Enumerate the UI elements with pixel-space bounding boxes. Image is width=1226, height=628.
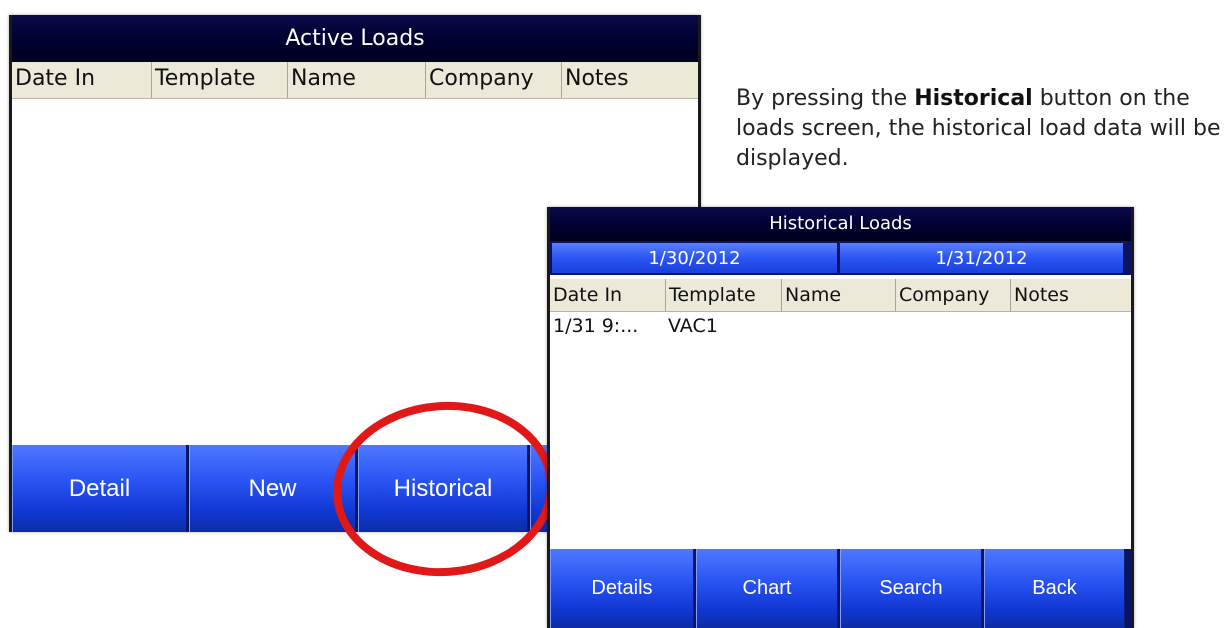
cell-template: VAC1: [668, 315, 718, 337]
historical-loads-window: Historical Loads 1/30/2012 1/31/2012 Dat…: [547, 207, 1134, 628]
column-header-notes[interactable]: Notes: [1010, 279, 1125, 311]
column-header-template[interactable]: Template: [151, 62, 287, 98]
column-header-company[interactable]: Company: [895, 279, 1010, 311]
historical-loads-column-headers: Date In Template Name Company Notes: [550, 279, 1131, 312]
column-header-template[interactable]: Template: [665, 279, 781, 311]
active-loads-title: Active Loads: [12, 15, 698, 62]
date-from-button[interactable]: 1/30/2012: [552, 243, 837, 273]
date-range-bar: 1/30/2012 1/31/2012: [550, 241, 1131, 275]
column-header-date-in[interactable]: Date In: [550, 279, 665, 311]
details-button[interactable]: Details: [550, 549, 694, 628]
caption-text: By pressing the Historical button on the…: [736, 84, 1222, 174]
historical-loads-title: Historical Loads: [550, 207, 1131, 241]
date-to-button[interactable]: 1/31/2012: [840, 243, 1123, 273]
column-header-company[interactable]: Company: [425, 62, 561, 98]
detail-button[interactable]: Detail: [12, 445, 187, 532]
historical-loads-button-bar: Details Chart Search Back: [550, 549, 1131, 628]
column-header-date-in[interactable]: Date In: [12, 62, 151, 98]
table-row[interactable]: 1/31 9:... VAC1: [550, 312, 1131, 340]
caption-highlight: Historical: [914, 86, 1033, 111]
search-button[interactable]: Search: [840, 549, 982, 628]
back-button[interactable]: Back: [984, 549, 1125, 628]
column-header-notes[interactable]: Notes: [561, 62, 692, 98]
new-button[interactable]: New: [189, 445, 356, 532]
historical-loads-list: 1/31 9:... VAC1: [550, 312, 1131, 542]
column-header-name[interactable]: Name: [287, 62, 425, 98]
caption-before: By pressing the: [736, 86, 915, 111]
column-header-name[interactable]: Name: [781, 279, 895, 311]
cell-date-in: 1/31 9:...: [553, 315, 639, 337]
active-loads-column-headers: Date In Template Name Company Notes: [12, 62, 698, 99]
chart-button[interactable]: Chart: [696, 549, 838, 628]
